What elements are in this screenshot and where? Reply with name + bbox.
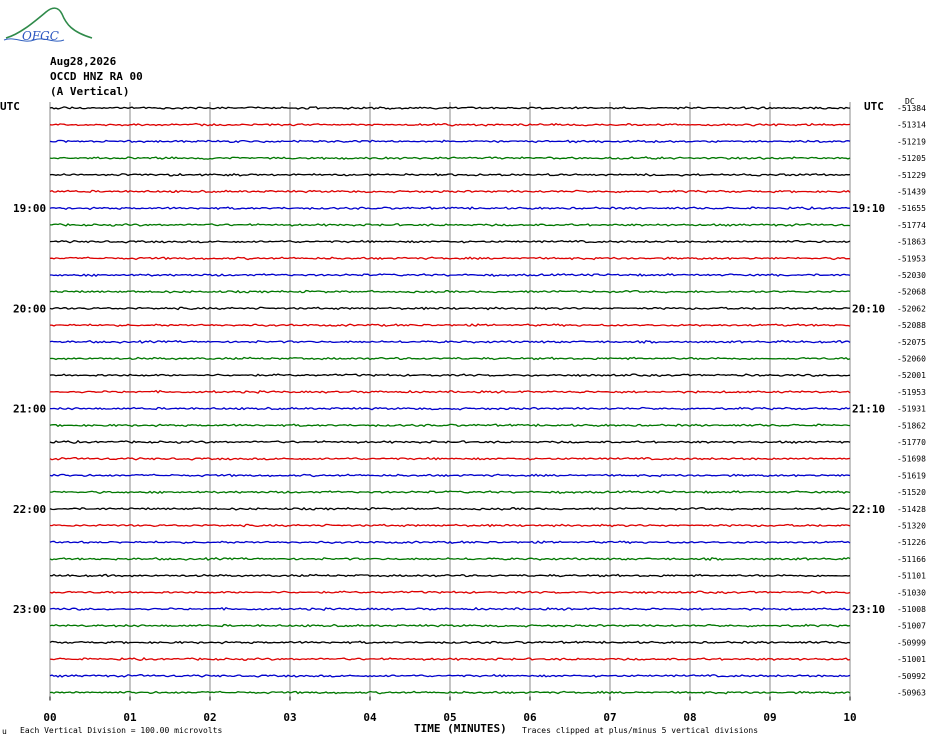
header-station: OCCD HNZ RA 00 xyxy=(50,70,143,83)
right-hour-label: 20:10 xyxy=(852,302,885,315)
x-tick-label: 10 xyxy=(843,711,856,724)
dc-value: -52088 xyxy=(897,321,926,330)
dc-value: -51030 xyxy=(897,588,926,597)
right-hour-label: 21:10 xyxy=(852,403,885,416)
dc-value: -51314 xyxy=(897,121,926,130)
dc-value: -51520 xyxy=(897,488,926,497)
dc-value: -51655 xyxy=(897,204,926,213)
x-tick-label: 02 xyxy=(203,711,216,724)
dc-value: -51619 xyxy=(897,471,926,480)
logo: OFGC xyxy=(3,7,93,43)
left-hour-label: 23:00 xyxy=(13,603,46,616)
dc-value: -51219 xyxy=(897,137,926,146)
dc-value: -51953 xyxy=(897,254,926,263)
footer-left: Each Vertical Division = 100.00 microvol… xyxy=(20,726,222,735)
x-tick-label: 06 xyxy=(523,711,537,724)
dc-value: -52060 xyxy=(897,355,926,364)
dc-value: -50963 xyxy=(897,689,926,698)
dc-value: -51166 xyxy=(897,555,926,564)
left-hour-label: 20:00 xyxy=(13,302,46,315)
x-axis-label: TIME (MINUTES) xyxy=(414,722,507,735)
dc-value: -51439 xyxy=(897,188,926,197)
right-utc-label: UTC xyxy=(864,100,884,113)
dc-value: -52030 xyxy=(897,271,926,280)
x-tick-label: 04 xyxy=(363,711,377,724)
left-hour-label: 22:00 xyxy=(13,503,46,516)
dc-value: -51008 xyxy=(897,605,926,614)
right-hour-label: 22:10 xyxy=(852,503,885,516)
header-date: Aug28,2026 xyxy=(50,55,117,68)
left-hour-label: 19:00 xyxy=(13,202,46,215)
dc-value: -50999 xyxy=(897,638,926,647)
corner-mark: u xyxy=(2,727,7,736)
dc-value: -51770 xyxy=(897,438,926,447)
dc-value: -52075 xyxy=(897,338,926,347)
left-hour-label: 21:00 xyxy=(13,403,46,416)
dc-value: -51001 xyxy=(897,655,926,664)
dc-value: -52001 xyxy=(897,371,926,380)
x-tick-label: 00 xyxy=(43,711,56,724)
dc-value: -51226 xyxy=(897,538,926,547)
x-tick-label: 08 xyxy=(683,711,696,724)
dc-value: -51953 xyxy=(897,388,926,397)
dc-value: -51229 xyxy=(897,171,926,180)
x-tick-label: 07 xyxy=(603,711,616,724)
x-tick-label: 03 xyxy=(283,711,296,724)
left-utc-label: UTC xyxy=(0,100,20,113)
dc-value: -51205 xyxy=(897,154,926,163)
dc-value: -51384 xyxy=(897,104,926,113)
dc-value: -50992 xyxy=(897,672,926,681)
right-hour-label: 19:10 xyxy=(852,202,885,215)
right-hour-label: 23:10 xyxy=(852,603,885,616)
helicorder-chart: OFGC Aug28,2026 OCCD HNZ RA 00 (A Vertic… xyxy=(0,7,926,736)
dc-value: -51863 xyxy=(897,238,926,247)
footer-right: Traces clipped at plus/minus 5 vertical … xyxy=(522,726,758,735)
dc-value: -51931 xyxy=(897,405,926,414)
x-tick-label: 01 xyxy=(123,711,137,724)
dc-value: -52062 xyxy=(897,304,926,313)
dc-value: -52068 xyxy=(897,288,926,297)
dc-value: -51862 xyxy=(897,421,926,430)
dc-value: -51698 xyxy=(897,455,926,464)
dc-value-labels: -51384 -51314 -51219 -51205 -51229 -51439 -516… xyxy=(897,104,926,698)
dc-value: -51428 xyxy=(897,505,926,514)
dc-value: -51320 xyxy=(897,522,926,531)
dc-value: -51774 xyxy=(897,221,926,230)
dc-value: -51101 xyxy=(897,572,926,581)
logo-text: OFGC xyxy=(22,29,59,43)
dc-value: -51007 xyxy=(897,622,926,631)
x-tick-label: 09 xyxy=(763,711,776,724)
x-axis-ticks: 00 01 02 03 04 05 06 07 08 09 10 xyxy=(43,696,857,724)
header-component: (A Vertical) xyxy=(50,85,129,98)
